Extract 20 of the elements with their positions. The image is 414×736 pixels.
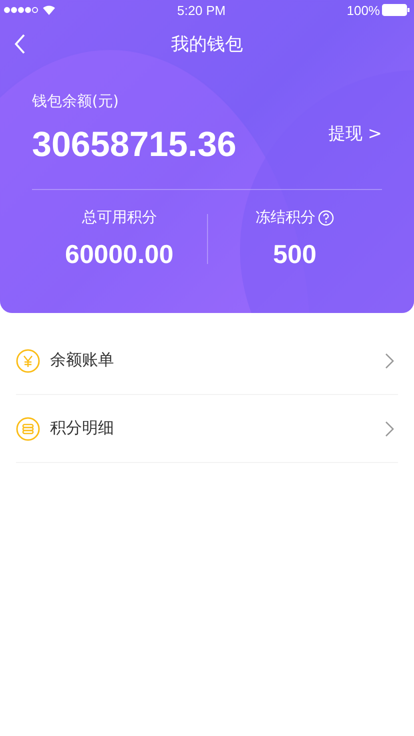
help-icon[interactable]	[318, 210, 334, 226]
chevron-icon	[385, 352, 394, 368]
battery-icon	[382, 4, 410, 16]
withdraw-link[interactable]: 提现 >	[328, 122, 382, 145]
balance-label: 钱包余额(元)	[32, 92, 120, 111]
stat-label: 冻结积分	[255, 208, 316, 227]
battery-level: 100%	[346, 2, 380, 18]
signal-icon	[4, 5, 56, 15]
status-time: 5:20 PM	[177, 2, 226, 18]
stat-value: 60000.00	[65, 239, 174, 270]
menu-item[interactable]: 积分明细	[16, 395, 398, 463]
yen-icon	[16, 348, 40, 372]
stat-value: 500	[273, 239, 316, 270]
stat-label: 总可用积分	[82, 208, 157, 227]
chevron-icon	[385, 420, 394, 436]
coins-icon	[16, 416, 40, 440]
balance-amount: 30658715.36	[32, 125, 236, 165]
menu-item[interactable]: 余额账单	[16, 327, 398, 395]
page-title: 我的钱包	[171, 33, 243, 56]
back-button[interactable]	[14, 34, 26, 54]
